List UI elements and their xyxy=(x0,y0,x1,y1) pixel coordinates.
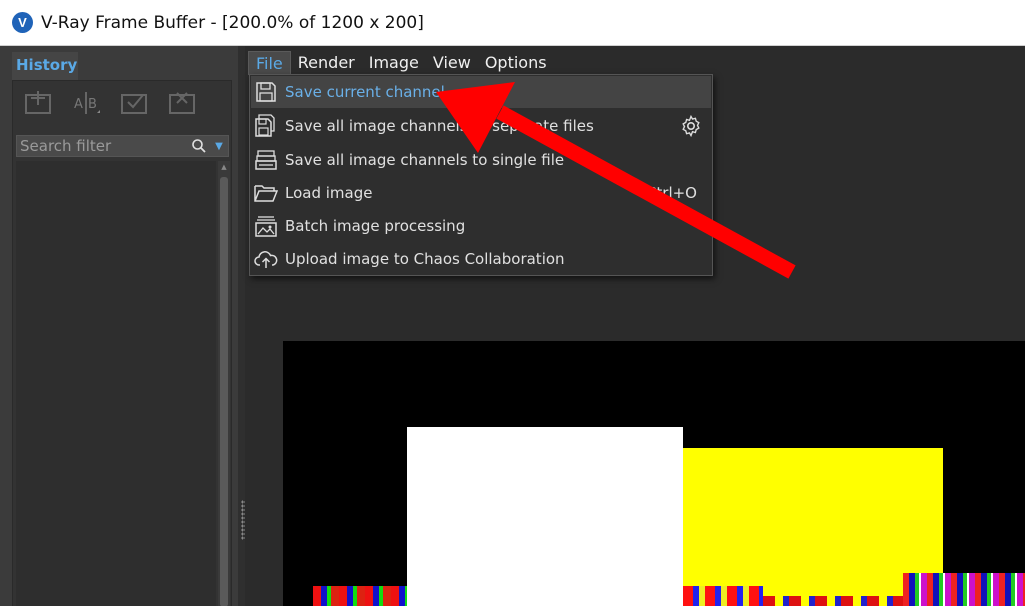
tab-history[interactable]: History xyxy=(12,52,78,82)
render-noise-region xyxy=(683,586,763,606)
gear-icon[interactable] xyxy=(679,114,703,138)
splitter-grip-icon[interactable] xyxy=(241,500,245,540)
menu-render[interactable]: Render xyxy=(291,51,362,75)
menu-item-label: Load image xyxy=(285,184,373,202)
render-noise-region xyxy=(313,586,407,606)
menu-item-label: Upload image to Chaos Collaboration xyxy=(285,250,565,268)
render-noise-region xyxy=(903,573,1025,606)
folder-open-icon xyxy=(253,181,279,205)
menu-file[interactable]: File xyxy=(248,51,291,75)
load-history-icon[interactable] xyxy=(119,89,149,117)
save-single-stack-icon xyxy=(253,148,279,172)
menu-item-label: Save all image channels to single file xyxy=(285,151,565,169)
menu-item-label: Batch image processing xyxy=(285,217,466,235)
menu-view[interactable]: View xyxy=(426,51,478,75)
batch-images-icon xyxy=(253,214,279,238)
save-icon xyxy=(253,80,279,104)
vray-logo-icon: V xyxy=(12,12,33,33)
history-body: AB ▼ ▲ xyxy=(12,80,232,606)
ab-compare-icon[interactable]: AB xyxy=(71,89,101,117)
menu-item-label: Save current channel xyxy=(285,83,445,101)
search-filter-input[interactable] xyxy=(17,137,188,155)
menu-item-save-all-single[interactable]: Save all image channels to single file xyxy=(251,144,711,176)
menu-image[interactable]: Image xyxy=(362,51,426,75)
menu-item-label: Save all image channels to separate file… xyxy=(285,117,594,135)
history-toolbar: AB xyxy=(23,89,197,119)
window-title: V-Ray Frame Buffer - [200.0% of 1200 x 2… xyxy=(41,13,424,33)
history-panel: History AB ▼ ▲ xyxy=(0,46,245,606)
add-history-icon[interactable] xyxy=(23,89,53,117)
menu-item-save-all-separate[interactable]: Save all image channels to separate file… xyxy=(251,110,711,142)
menu-item-save-current-channel[interactable]: Save current channel xyxy=(251,76,711,108)
menu-item-upload-collaboration[interactable]: Upload image to Chaos Collaboration xyxy=(251,243,711,275)
search-filter-box: ▼ xyxy=(16,135,229,157)
svg-text:B: B xyxy=(88,97,97,112)
save-multiple-icon xyxy=(253,114,279,138)
menu-item-batch-processing[interactable]: Batch image processing xyxy=(251,210,711,242)
menu-options[interactable]: Options xyxy=(478,51,554,75)
render-image[interactable] xyxy=(283,341,1025,606)
menu-item-load-image[interactable]: Load image Ctrl+O xyxy=(251,177,711,209)
file-menu-dropdown: Save current channel Save all image chan… xyxy=(249,74,713,276)
menu-bar: File Render Image View Options xyxy=(248,50,554,76)
scroll-up-icon[interactable]: ▲ xyxy=(218,161,230,173)
shortcut-label: Ctrl+O xyxy=(645,184,697,202)
svg-text:A: A xyxy=(74,97,83,112)
search-icon[interactable] xyxy=(188,136,210,156)
scrollbar-thumb[interactable] xyxy=(220,177,228,606)
title-bar: V V-Ray Frame Buffer - [200.0% of 1200 x… xyxy=(0,0,1025,46)
history-list xyxy=(16,161,216,606)
history-scrollbar[interactable]: ▲ xyxy=(218,161,230,606)
remove-history-icon[interactable] xyxy=(167,89,197,117)
render-white-region xyxy=(407,427,683,606)
search-options-dropdown-icon[interactable]: ▼ xyxy=(210,136,228,156)
cloud-upload-icon xyxy=(253,247,279,271)
